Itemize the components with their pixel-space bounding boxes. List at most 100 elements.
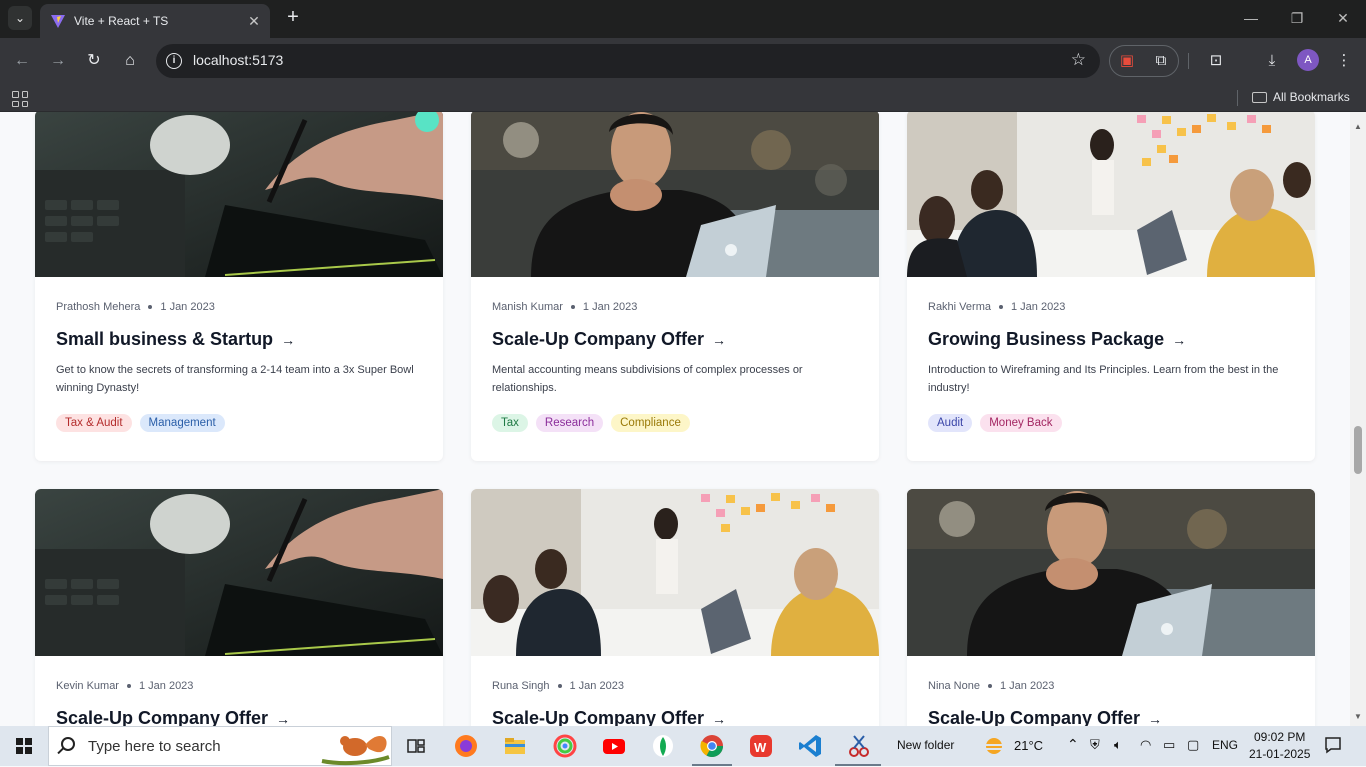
card-title-link[interactable]: Scale-Up Company Offer → — [492, 708, 726, 726]
page-scrollbar[interactable]: ▲ ▼ — [1350, 112, 1366, 726]
meta-separator-dot — [570, 305, 575, 309]
blog-card[interactable]: Prathosh Mehera 1 Jan 2023 Small busines… — [35, 112, 443, 461]
clock-date[interactable]: 21-01-2025 — [1249, 747, 1310, 761]
card-title-link[interactable]: Growing Business Package → — [928, 329, 1186, 350]
card-title-link[interactable]: Scale-Up Company Offer → — [56, 708, 290, 726]
card-tags: Tax & Audit Management — [56, 414, 225, 432]
card-author: Rakhi Verma — [928, 301, 991, 313]
battery-icon[interactable]: ▭ — [1163, 737, 1175, 753]
card-meta: Runa Singh 1 Jan 2023 — [492, 680, 624, 692]
minimize-button[interactable]: — — [1228, 6, 1274, 30]
scrollbar-thumb[interactable] — [1354, 426, 1362, 474]
restore-button[interactable]: ❐ — [1274, 6, 1320, 30]
security-shield-icon[interactable]: ⛨ — [1090, 737, 1100, 753]
photos-app-icon[interactable] — [551, 732, 579, 760]
arrow-right-icon: → — [1148, 710, 1163, 727]
bookmark-star-icon[interactable]: ☆ — [1071, 50, 1086, 70]
vscode-icon[interactable] — [796, 732, 824, 760]
tag-chip[interactable]: Management — [139, 414, 225, 432]
card-date: 1 Jan 2023 — [160, 301, 215, 313]
card-title-link[interactable]: Scale-Up Company Offer → — [492, 329, 726, 350]
forward-icon[interactable]: → — [46, 49, 70, 73]
card-meta: Rakhi Verma 1 Jan 2023 — [928, 301, 1065, 313]
wps-office-icon[interactable]: W — [747, 732, 775, 760]
clock-time[interactable]: 09:02 PM — [1254, 730, 1305, 744]
scroll-up-arrow-icon[interactable]: ▲ — [1354, 122, 1362, 131]
firefox-icon[interactable] — [452, 732, 480, 760]
site-info-icon[interactable]: i — [166, 53, 182, 69]
task-view-icon[interactable] — [402, 732, 430, 760]
mongodb-icon[interactable] — [649, 732, 677, 760]
snipping-tool-icon[interactable] — [845, 732, 873, 760]
download-icon[interactable]: ⤓ — [1261, 50, 1283, 72]
browser-tab-active[interactable]: Vite + React + TS ✕ — [40, 4, 270, 38]
profile-avatar[interactable]: A — [1297, 49, 1319, 71]
wifi-icon[interactable]: ◠ — [1140, 737, 1151, 753]
volume-icon[interactable]: 🔈︎ — [1114, 737, 1122, 753]
card-author: Runa Singh — [492, 680, 550, 692]
youtube-icon[interactable] — [600, 732, 628, 760]
file-explorer-icon[interactable] — [501, 732, 529, 760]
meta-separator-dot — [987, 684, 992, 688]
card-image-tablet-hand — [35, 112, 443, 277]
windows-start-icon[interactable] — [16, 738, 32, 754]
chrome-icon[interactable] — [698, 732, 726, 760]
all-bookmarks-button[interactable]: All Bookmarks — [1252, 90, 1350, 104]
tag-chip[interactable]: Research — [535, 414, 604, 432]
arrow-right-icon: → — [712, 710, 727, 727]
card-meta: Kevin Kumar 1 Jan 2023 — [56, 680, 193, 692]
blog-card[interactable]: Runa Singh 1 Jan 2023 Scale-Up Company O… — [471, 489, 879, 726]
extension-red-icon[interactable]: ▣ — [1116, 50, 1138, 72]
card-date: 1 Jan 2023 — [569, 680, 624, 692]
page-viewport: Prathosh Mehera 1 Jan 2023 Small busines… — [0, 112, 1350, 726]
close-window-button[interactable]: ✕ — [1320, 6, 1366, 30]
extensions-group: ▣ ⧉ — [1109, 45, 1179, 77]
tag-chip[interactable]: Tax & Audit — [56, 414, 132, 432]
meet-now-icon[interactable]: ▢ — [1187, 737, 1199, 753]
weather-temperature[interactable]: 21°C — [1014, 738, 1043, 753]
extensions-puzzle-icon[interactable]: ⧉ — [1150, 50, 1172, 72]
tag-chip[interactable]: Audit — [928, 414, 973, 432]
taskbar-folder-label[interactable]: New folder — [897, 738, 954, 752]
home-icon[interactable]: ⌂ — [118, 49, 142, 73]
tag-chip[interactable]: Tax — [492, 414, 528, 432]
blog-card[interactable]: Manish Kumar 1 Jan 2023 Scale-Up Company… — [471, 112, 879, 461]
card-title: Scale-Up Company Offer — [56, 708, 269, 726]
card-title-link[interactable]: Small business & Startup → — [56, 329, 295, 350]
address-bar[interactable]: i localhost:5173 ☆ — [156, 44, 1100, 78]
card-title: Scale-Up Company Offer — [492, 329, 705, 349]
reload-icon[interactable]: ↻ — [82, 49, 106, 73]
scroll-down-arrow-icon[interactable]: ▼ — [1354, 712, 1362, 721]
chevron-down-icon: ⌄ — [14, 11, 26, 25]
new-tab-button[interactable]: + — [282, 6, 304, 30]
card-author: Prathosh Mehera — [56, 301, 141, 313]
tag-chip[interactable]: Compliance — [611, 414, 690, 432]
tray-chevron-up-icon[interactable]: ⌃ — [1067, 736, 1079, 753]
arrow-right-icon: → — [281, 331, 296, 348]
lens-icon[interactable]: ⊡ — [1205, 50, 1227, 72]
vite-logo-icon — [51, 15, 65, 28]
svg-text:W: W — [754, 740, 767, 755]
weather-icon[interactable] — [983, 736, 1005, 756]
meta-separator-dot — [998, 305, 1003, 309]
card-date: 1 Jan 2023 — [1010, 301, 1066, 313]
all-bookmarks-label: All Bookmarks — [1273, 90, 1350, 104]
tab-search-button[interactable]: ⌄ — [8, 6, 32, 30]
url-text[interactable]: localhost:5173 — [193, 52, 283, 68]
squirrel-illustration-icon — [321, 736, 390, 766]
blog-card[interactable]: Rakhi Verma 1 Jan 2023 Growing Business … — [907, 112, 1315, 461]
blog-card[interactable]: Kevin Kumar 1 Jan 2023 Scale-Up Company … — [35, 489, 443, 726]
tag-chip[interactable]: Money Back — [980, 414, 1062, 432]
back-icon[interactable]: ← — [10, 49, 34, 73]
card-title-link[interactable]: Scale-Up Company Offer → — [928, 708, 1162, 726]
bookmarks-divider — [1237, 90, 1238, 106]
blog-card[interactable]: Nina None 1 Jan 2023 Scale-Up Company Of… — [907, 489, 1315, 726]
taskbar-search-box[interactable]: Type here to search — [48, 726, 392, 766]
arrow-right-icon: → — [276, 710, 291, 727]
language-indicator[interactable]: ENG — [1212, 738, 1238, 752]
menu-kebab-icon[interactable]: ⋮ — [1333, 50, 1355, 72]
card-title: Scale-Up Company Offer — [492, 708, 705, 726]
apps-grid-icon[interactable] — [12, 91, 28, 107]
close-tab-icon[interactable]: ✕ — [244, 13, 264, 30]
notification-icon[interactable] — [1324, 736, 1342, 754]
